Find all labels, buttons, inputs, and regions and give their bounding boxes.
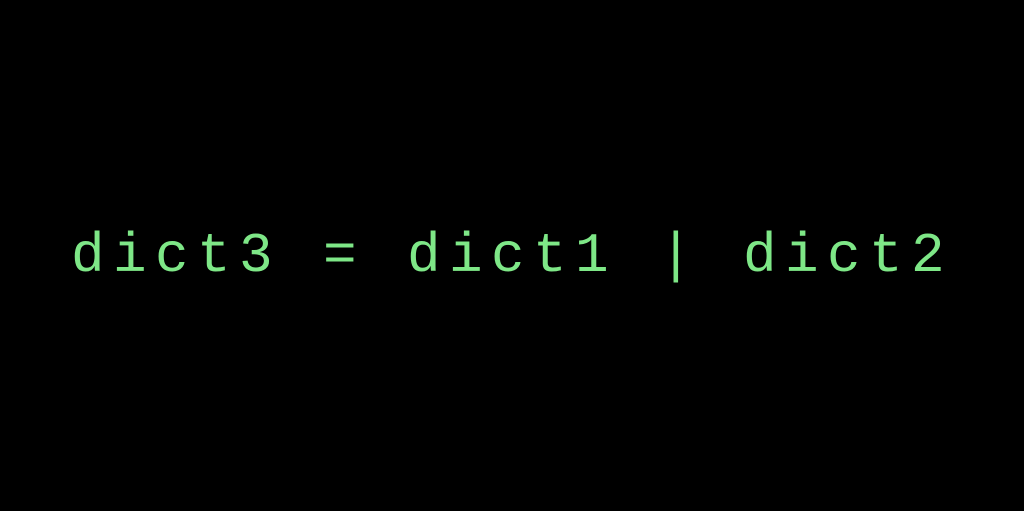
code-snippet: dict3 = dict1 | dict2 [71, 224, 953, 288]
